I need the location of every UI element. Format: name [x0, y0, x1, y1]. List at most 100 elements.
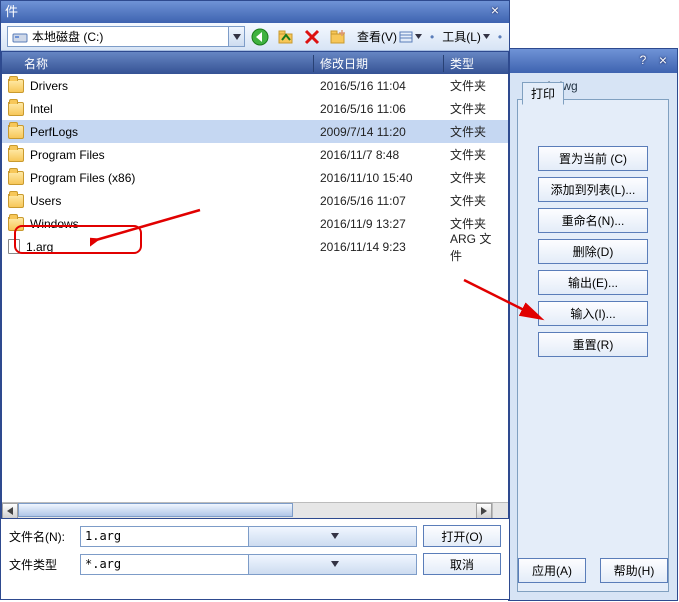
- view-menu-icon: [399, 31, 413, 43]
- filename-value: 1.arg: [81, 529, 248, 543]
- col-header-name[interactable]: 名称: [2, 55, 314, 72]
- toolbar: 本地磁盘 (C:) 查看(V) • 工具(L) •: [1, 23, 509, 51]
- scroll-track[interactable]: [18, 503, 476, 518]
- horizontal-scrollbar[interactable]: [2, 502, 492, 518]
- file-type: 文件夹: [444, 100, 500, 117]
- file-date: 2016/5/16 11:06: [314, 102, 444, 116]
- location-label: 本地磁盘 (C:): [32, 28, 228, 45]
- help-button-bottom[interactable]: 帮助(H): [600, 558, 668, 583]
- file-name: Users: [30, 194, 61, 208]
- rename-button[interactable]: 重命名(N)...: [538, 208, 648, 233]
- import-button[interactable]: 输入(I)...: [538, 301, 648, 326]
- up-folder-icon[interactable]: [275, 26, 297, 48]
- window-title: 件: [5, 4, 18, 19]
- file-row[interactable]: Users 2016/5/16 11:07文件夹: [2, 189, 508, 212]
- file-name: Windows: [30, 217, 79, 231]
- folder-icon: [8, 148, 24, 162]
- location-dropdown-icon[interactable]: [228, 27, 244, 46]
- delete-button[interactable]: 删除(D): [538, 239, 648, 264]
- cancel-button[interactable]: 取消: [423, 553, 501, 575]
- file-date: 2016/5/16 11:07: [314, 194, 444, 208]
- filename-dropdown-icon[interactable]: [248, 527, 416, 546]
- delete-icon[interactable]: [301, 26, 323, 48]
- drive-icon: [12, 29, 28, 45]
- tools-menu[interactable]: 工具(L): [438, 26, 494, 48]
- location-combo[interactable]: 本地磁盘 (C:): [7, 26, 245, 47]
- add-to-list-button[interactable]: 添加到列表(L)...: [538, 177, 648, 202]
- tools-menu-label: 工具(L): [442, 28, 481, 45]
- open-button[interactable]: 打开(O): [423, 525, 501, 547]
- filename-label: 文件名(N):: [9, 528, 74, 545]
- file-name: Drivers: [30, 79, 68, 93]
- folder-icon: [8, 125, 24, 139]
- separator: •: [498, 30, 502, 44]
- file-name: PerfLogs: [30, 125, 78, 139]
- new-folder-icon[interactable]: [327, 26, 349, 48]
- secondary-titlebar: ? ×: [509, 49, 677, 73]
- folder-icon: [8, 79, 24, 93]
- secondary-body: g1.dwg 打印 置为当前 (C) 添加到列表(L)... 重命名(N)...…: [509, 73, 677, 600]
- file-list: 名称 修改日期 类型 Drivers2016/5/16 11:04文件夹Inte…: [1, 51, 509, 519]
- view-menu[interactable]: 查看(V): [353, 26, 426, 48]
- list-body[interactable]: Drivers2016/5/16 11:04文件夹Intel2016/5/16 …: [2, 74, 508, 519]
- chevron-down-icon: [483, 34, 490, 39]
- file-row[interactable]: 1.arg2016/11/14 9:23ARG 文件: [2, 235, 508, 258]
- export-button[interactable]: 输出(E)...: [538, 270, 648, 295]
- dialog-footer: 文件名(N): 1.arg 打开(O) 文件类型 *.arg 取消: [1, 519, 509, 587]
- file-type: 文件夹: [444, 146, 500, 163]
- file-type: 文件夹: [444, 192, 500, 209]
- apply-button[interactable]: 应用(A): [518, 558, 586, 583]
- close-button[interactable]: ×: [487, 3, 503, 19]
- file-date: 2016/11/7 8:48: [314, 148, 444, 162]
- file-name: 1.arg: [26, 240, 53, 254]
- scroll-right-icon[interactable]: [476, 503, 492, 519]
- scrollbar-corner: [492, 502, 508, 518]
- col-header-date[interactable]: 修改日期: [314, 55, 444, 72]
- file-type: 文件夹: [444, 77, 500, 94]
- file-row[interactable]: Program Files 2016/11/7 8:48文件夹: [2, 143, 508, 166]
- file-type: 文件夹: [444, 169, 500, 186]
- separator: •: [430, 30, 434, 44]
- file-row[interactable]: Program Files (x86) 2016/11/10 15:40文件夹: [2, 166, 508, 189]
- chevron-down-icon: [415, 34, 422, 39]
- folder-icon: [8, 194, 24, 208]
- folder-icon: [8, 171, 24, 185]
- file-name: Program Files: [30, 148, 105, 162]
- secondary-groupbox: 打印 置为当前 (C) 添加到列表(L)... 重命名(N)... 删除(D) …: [517, 99, 669, 592]
- file-row[interactable]: Intel 2016/5/16 11:06文件夹: [2, 97, 508, 120]
- reset-button[interactable]: 重置(R): [538, 332, 648, 357]
- file-name: Program Files (x86): [30, 171, 135, 185]
- file-icon: [8, 239, 20, 254]
- scroll-left-icon[interactable]: [2, 503, 18, 519]
- file-open-dialog: 件 × 本地磁盘 (C:) 查看(V) •: [0, 0, 510, 600]
- filename-input[interactable]: 1.arg: [80, 526, 417, 547]
- file-date: 2016/5/16 11:04: [314, 79, 444, 93]
- filetype-combo[interactable]: *.arg: [80, 554, 417, 575]
- view-menu-label: 查看(V): [357, 28, 397, 45]
- file-row[interactable]: Windows2016/11/9 13:27文件夹: [2, 212, 508, 235]
- file-date: 2009/7/14 11:20: [314, 125, 444, 139]
- secondary-dialog: ? × g1.dwg 打印 置为当前 (C) 添加到列表(L)... 重命名(N…: [508, 48, 678, 601]
- print-tab[interactable]: 打印: [522, 82, 564, 105]
- set-current-button[interactable]: 置为当前 (C): [538, 146, 648, 171]
- close-button[interactable]: ×: [655, 53, 671, 69]
- file-name: Intel: [30, 102, 53, 116]
- primary-titlebar: 件 ×: [1, 1, 509, 23]
- folder-icon: [8, 102, 24, 116]
- help-button[interactable]: ?: [635, 53, 651, 69]
- folder-icon: [8, 217, 24, 231]
- file-date: 2016/11/10 15:40: [314, 171, 444, 185]
- file-date: 2016/11/9 13:27: [314, 217, 444, 231]
- col-header-type[interactable]: 类型: [444, 55, 500, 72]
- back-icon[interactable]: [249, 26, 271, 48]
- list-header: 名称 修改日期 类型: [2, 52, 508, 74]
- file-row[interactable]: Drivers 2016/5/16 11:04文件夹: [2, 74, 508, 97]
- filetype-dropdown-icon[interactable]: [248, 555, 416, 574]
- file-type: ARG 文件: [444, 230, 500, 264]
- file-date: 2016/11/14 9:23: [314, 240, 444, 254]
- file-type: 文件夹: [444, 123, 500, 140]
- scroll-thumb[interactable]: [18, 503, 293, 517]
- file-row[interactable]: PerfLogs 2009/7/14 11:20文件夹: [2, 120, 508, 143]
- filetype-label: 文件类型: [9, 556, 74, 573]
- filetype-value: *.arg: [81, 557, 248, 571]
